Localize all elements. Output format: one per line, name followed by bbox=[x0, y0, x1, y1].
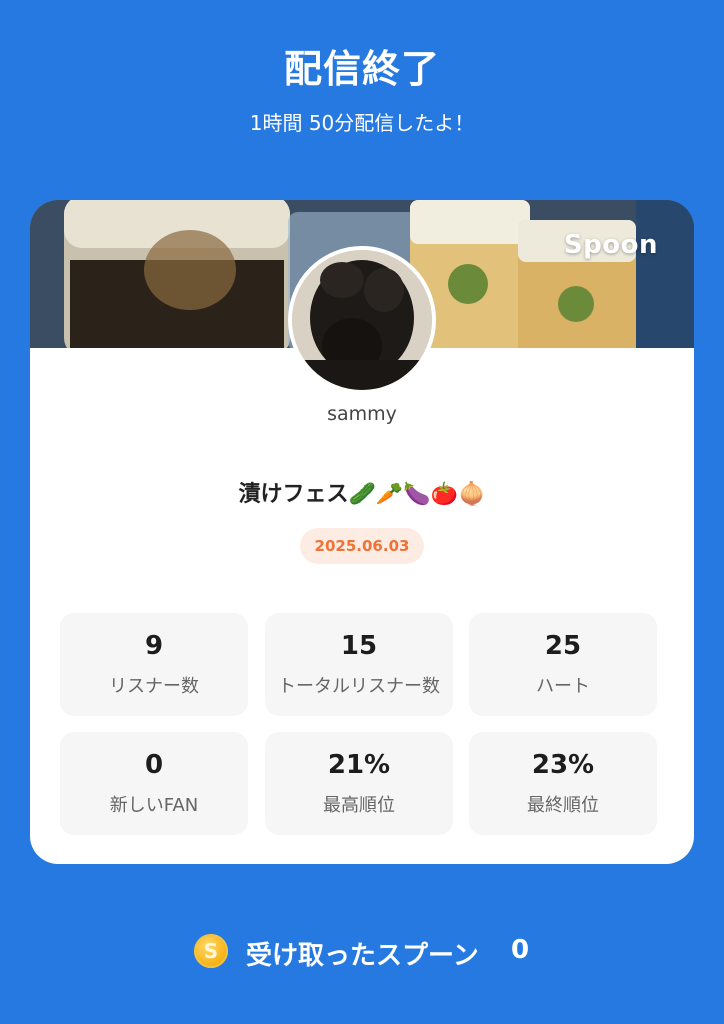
stat-value: 9 bbox=[144, 631, 164, 661]
stat-label: 新しいFAN bbox=[109, 795, 199, 816]
stat-final-rank: 23% 最終順位 bbox=[469, 732, 657, 835]
stat-value: 15 bbox=[340, 631, 378, 661]
received-spoons: S 受け取ったスプーン 0 bbox=[0, 930, 724, 974]
broadcast-duration: 1時間 50分配信したよ！ bbox=[249, 111, 475, 135]
stat-value: 21% bbox=[327, 750, 391, 780]
stat-hearts: 25 ハート bbox=[469, 613, 657, 716]
live-title: 漬けフェス🥒🥕🍆🍅🧅 bbox=[238, 482, 486, 507]
avatar bbox=[288, 246, 436, 394]
stat-listeners: 9 リスナー数 bbox=[60, 613, 248, 716]
stat-value: 0 bbox=[144, 750, 164, 780]
received-spoons-label: 受け取ったスプーン bbox=[246, 941, 479, 971]
coin-icon: S bbox=[194, 934, 228, 968]
stat-label: リスナー数 bbox=[109, 676, 199, 697]
stat-label: ハート bbox=[536, 676, 590, 697]
stat-new-fans: 0 新しいFAN bbox=[60, 732, 248, 835]
summary-card: Spoon sammy 漬けフェス🥒🥕🍆🍅🧅 2025.06.03 9 リスナー… bbox=[30, 200, 694, 864]
spoon-logo: Spoon bbox=[563, 230, 658, 260]
stat-best-rank: 21% 最高順位 bbox=[265, 732, 453, 835]
stat-total-listeners: 15 トータルリスナー数 bbox=[265, 613, 453, 716]
stat-label: 最高順位 bbox=[323, 795, 395, 816]
stat-label: 最終順位 bbox=[527, 795, 599, 816]
page-title: 配信終了 bbox=[283, 47, 440, 91]
stat-value: 25 bbox=[544, 631, 582, 661]
received-spoons-count: 0 bbox=[511, 935, 530, 965]
username: sammy bbox=[327, 403, 397, 425]
stat-value: 23% bbox=[531, 750, 595, 780]
stat-label: トータルリスナー数 bbox=[278, 676, 440, 697]
date-badge: 2025.06.03 bbox=[300, 528, 424, 564]
